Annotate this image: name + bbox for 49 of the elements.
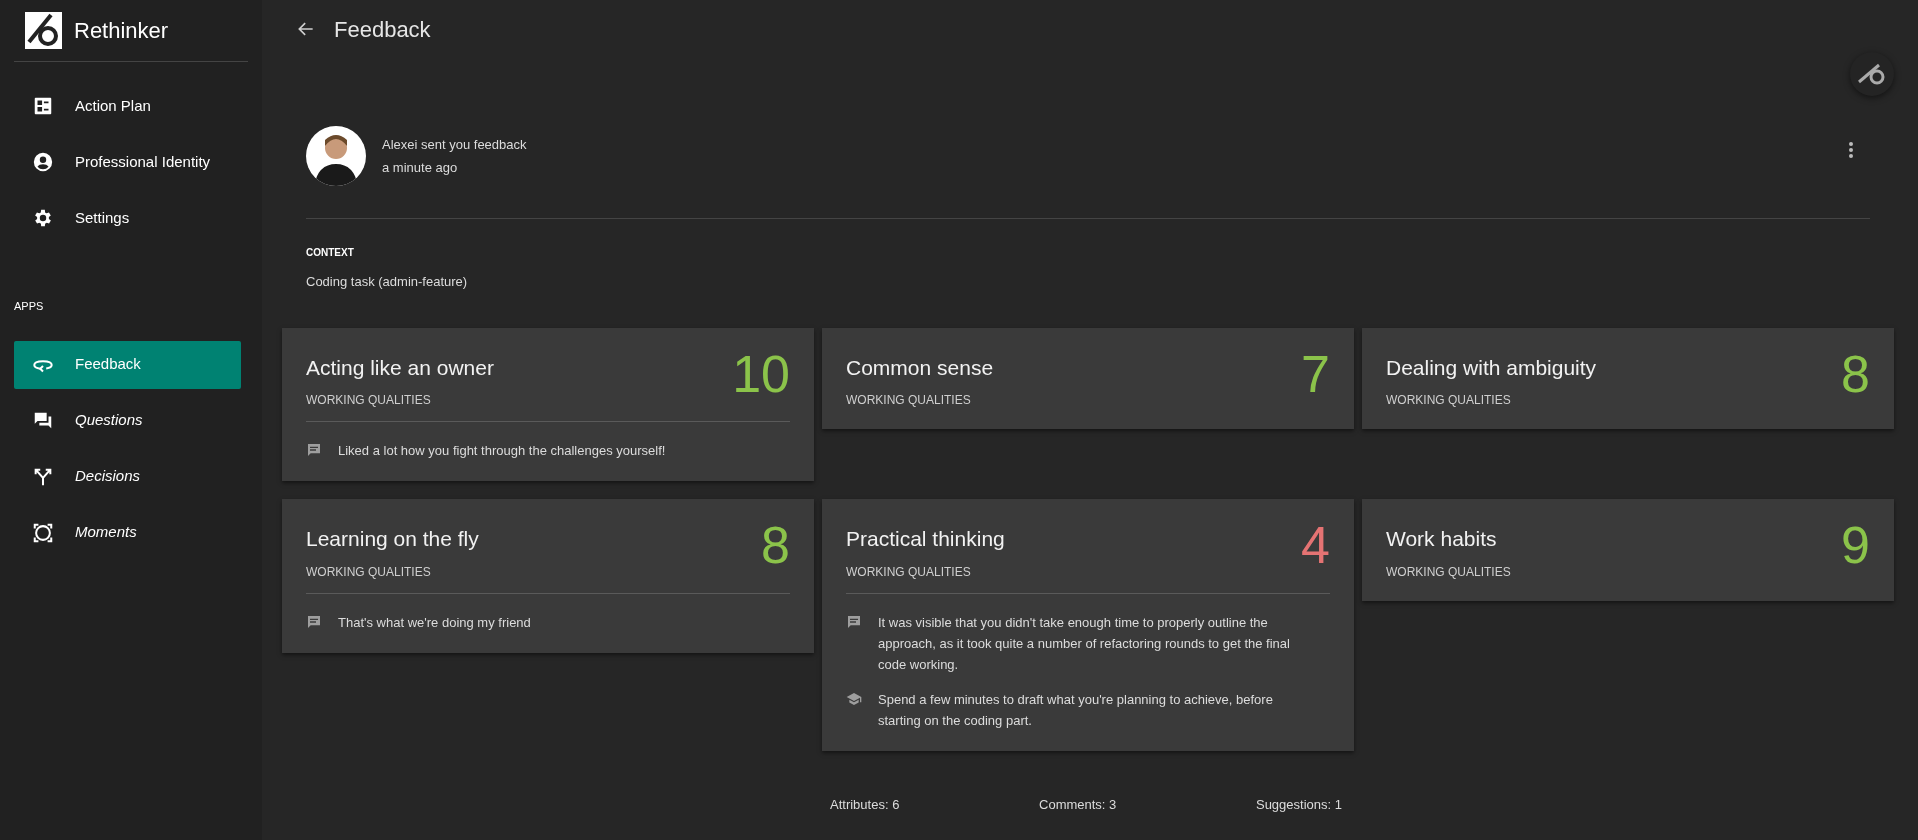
- attribute-title: Learning on the fly: [306, 526, 479, 552]
- stat-text: Suggestions: 1: [1255, 795, 1342, 814]
- attribute-category: WORKING QUALITIES: [1386, 563, 1511, 581]
- sidebar-item[interactable]: Settings: [14, 194, 241, 242]
- score: 8: [1841, 347, 1870, 400]
- sender-text: Alexei sent you feedback: [382, 135, 528, 154]
- comment-icon: [306, 442, 322, 458]
- time-text: a minute ago: [382, 159, 459, 177]
- attribute-category: WORKING QUALITIES: [846, 563, 972, 581]
- avatar: [306, 126, 366, 186]
- account-icon: [32, 151, 54, 173]
- attribute-title: Work habits: [1386, 526, 1498, 552]
- logo-icon: [25, 12, 62, 49]
- frame-icon: [32, 521, 54, 544]
- score: 10: [732, 347, 790, 400]
- score: 8: [761, 519, 790, 571]
- attribute-title: Practical thinking: [846, 526, 1005, 552]
- section-label: APPS: [14, 299, 45, 314]
- sidebar-item[interactable]: Feedback: [14, 340, 241, 389]
- score: 9: [1841, 519, 1870, 571]
- context-text: Coding task (admin-feature): [306, 273, 469, 291]
- sidebar-item[interactable]: Action Plan: [14, 82, 241, 130]
- attribute-title: Common sense: [846, 354, 994, 381]
- attribute-category: WORKING QUALITIES: [306, 563, 432, 581]
- comment-text: It was visible that you didn't take enough time to properly outline the approach, as it took quite a number of refactoring rounds to get the final code working.: [878, 613, 1290, 674]
- attribute-category: WORKING QUALITIES: [1386, 392, 1512, 409]
- settings-icon: [32, 207, 54, 229]
- suggestion-text: Spend a few minutes to draft what you're planning to achieve, before starting on the coding part.: [878, 690, 1274, 730]
- more-icon[interactable]: [1848, 141, 1854, 159]
- sidebar-item[interactable]: Professional Identity: [14, 138, 241, 186]
- comment-text: That's what we're doing my friend: [338, 613, 531, 632]
- stat-text: Attributes: 6: [830, 795, 900, 814]
- comment-icon: [306, 613, 322, 630]
- attribute-title: Acting like an owner: [306, 354, 494, 381]
- attribute-category: WORKING QUALITIES: [846, 392, 972, 409]
- graduation-cap-icon: [846, 690, 862, 707]
- comment-icon: [846, 613, 862, 630]
- score: 4: [1301, 519, 1330, 571]
- page-title: Feedback: [334, 15, 431, 44]
- logo-fab[interactable]: [1850, 52, 1894, 96]
- attribute-category: WORKING QUALITIES: [306, 392, 432, 409]
- comment-text: Liked a lot how you fight through the challenges yourself!: [338, 442, 666, 460]
- brand-name: Rethinker: [74, 17, 169, 45]
- context-label: CONTEXT: [306, 246, 355, 260]
- list-icon: [32, 95, 54, 117]
- stat-text: Comments: 3: [1039, 795, 1117, 814]
- attribute-title: Dealing with ambiguity: [1386, 354, 1597, 381]
- score: 7: [1301, 347, 1330, 400]
- logo-icon: [1857, 63, 1887, 85]
